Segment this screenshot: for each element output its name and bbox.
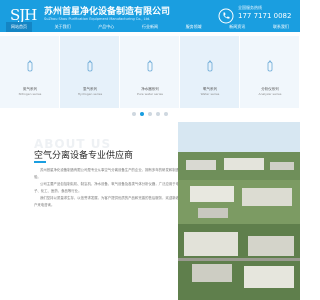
carousel-dot[interactable] [148,112,152,116]
product-card-oxygen[interactable]: 氧气系列 Water series [180,36,240,108]
product-name-en: Nitrogen series [18,92,42,97]
nav-item-about[interactable]: 关于我们 [50,22,76,32]
nav-item-contact[interactable]: 联系我们 [268,22,294,32]
factory-aerial-photo [178,122,300,300]
product-card-analyzer[interactable]: 分析仪系列 Analyzer series [240,36,300,108]
company-name-en: SuZhou Shou Purification Equipment Manuf… [44,17,151,21]
gas-cylinder-icon [147,60,153,72]
gas-cylinder-icon [27,60,33,72]
title-underline [34,161,46,163]
product-name-en: Analyzer series [258,92,282,97]
hotline-number[interactable]: 177 7171 0082 [238,12,291,20]
gas-cylinder-icon [207,60,213,72]
company-name: 苏州首星净化设备制造有限公司 [44,7,171,17]
about-body: 苏州首星净化设备制造有限公司是专业从事空气分离设备生产的企业，拥有多年的研发和制… [34,167,184,295]
product-category-strip: 氮气系列 Nitrogen series 氢气系列 Hydrogen serie… [0,36,300,108]
carousel-dot[interactable] [156,112,160,116]
carousel-pagination [0,112,300,118]
product-card-hydrogen[interactable]: 氢气系列 Hydrogen series [60,36,120,108]
hotline-label: 全国服务热线 [238,5,262,10]
about-paragraph: 苏州首星净化设备制造有限公司是专业从事空气分离设备生产的企业，拥有多年的研发和制… [34,168,183,179]
carousel-dot[interactable] [132,112,136,116]
gas-cylinder-icon [87,60,93,72]
product-name-en: Pure water series [136,92,163,97]
site-header: SJH 苏州首星净化设备制造有限公司 SuZhou Shou Purificat… [0,0,300,32]
carousel-dot[interactable] [164,112,168,116]
gas-cylinder-icon [267,60,273,72]
about-paragraph: 我们坚持以质量求生存、以信誉求发展，为客户提供优质的产品和完善的售后服务，欢迎新… [34,196,183,207]
nav-item-home[interactable]: 网站首页 [6,22,32,32]
about-paragraph: 公司主要产品包括制氮机、制氢机、净水设备、氧气设备及各类气体分析仪器，广泛应用于… [34,182,180,193]
nav-item-industry-news[interactable]: 行业新闻 [137,22,163,32]
product-name-en: Hydrogen series [77,92,103,97]
carousel-dot-active[interactable] [140,112,144,116]
product-card-pure-water[interactable]: 净水器系列 Pure water series [120,36,180,108]
main-nav: 网站首页 关于我们 产品中心 行业新闻 服务领域 新闻资讯 联系我们 [0,22,300,32]
about-title: 空气分离设备专业供应商 [34,151,134,161]
nav-item-services[interactable]: 服务领域 [181,22,207,32]
nav-item-news[interactable]: 新闻资讯 [224,22,250,32]
product-name-en: Water series [200,92,220,97]
nav-item-products[interactable]: 产品中心 [93,22,119,32]
product-card-nitrogen[interactable]: 氮气系列 Nitrogen series [0,36,60,108]
